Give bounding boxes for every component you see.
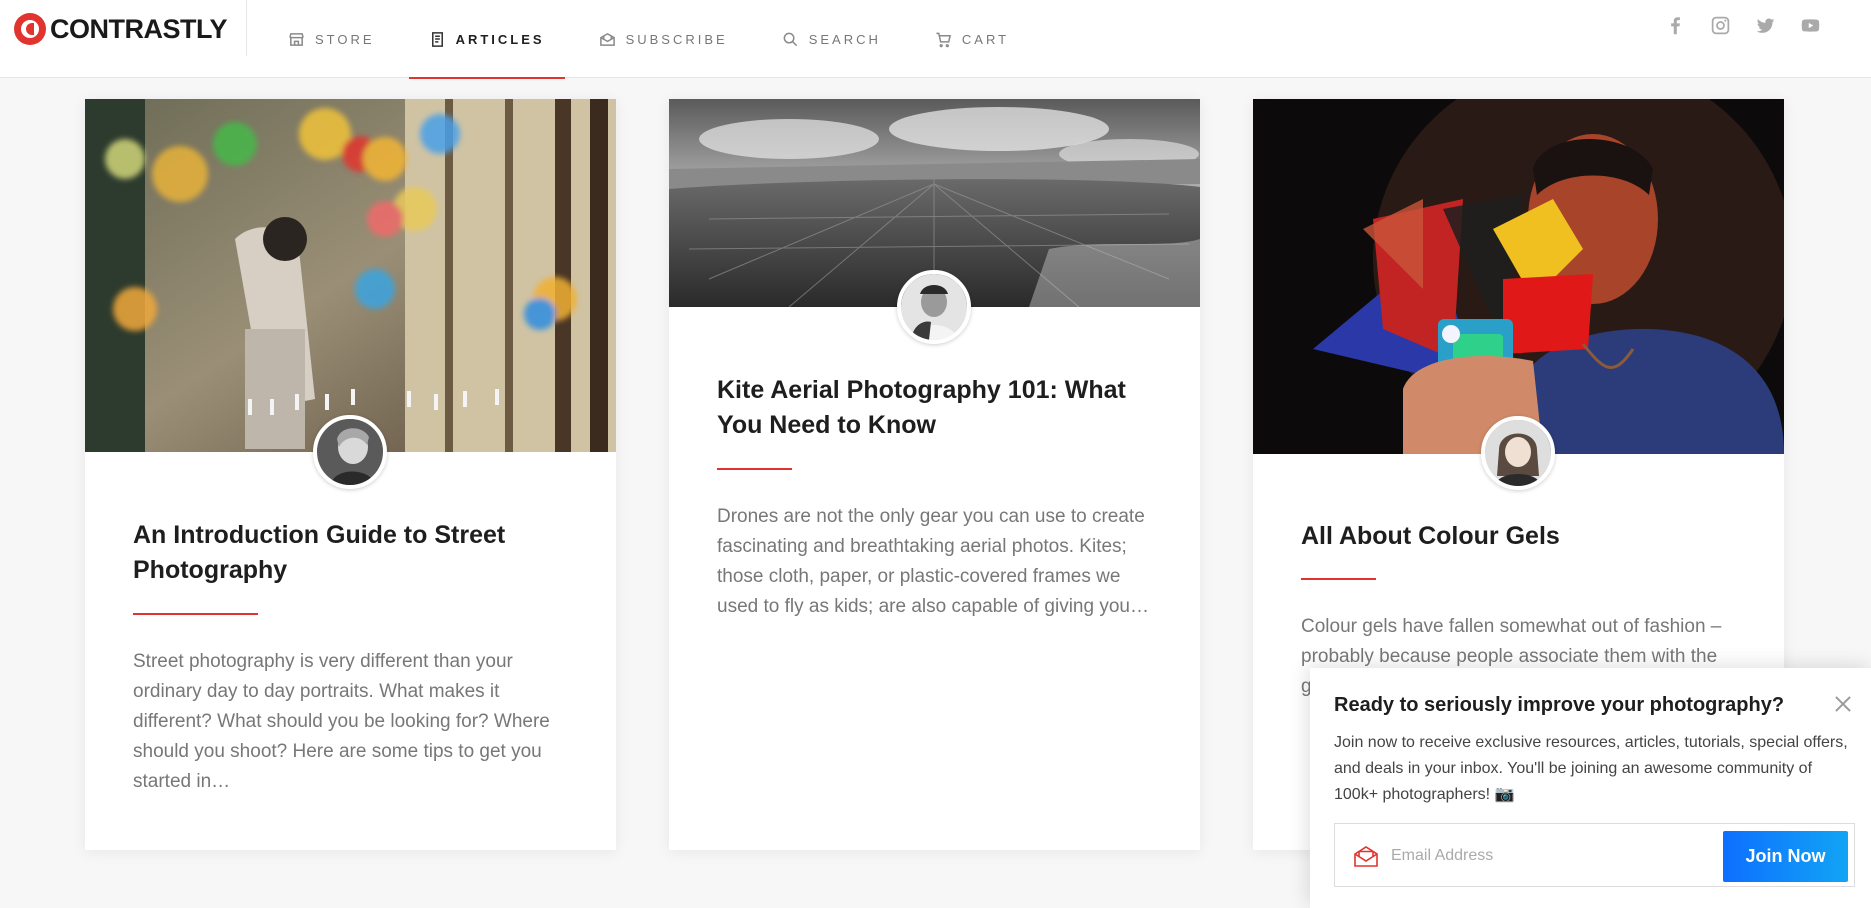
nav-store[interactable]: STORE <box>268 0 395 78</box>
popup-description: Join now to receive exclusive resources,… <box>1334 734 1848 803</box>
article-title[interactable]: Kite Aerial Photography 101: What You Ne… <box>717 373 1157 443</box>
close-icon[interactable] <box>1833 694 1853 714</box>
popup-title: Ready to seriously improve your photogra… <box>1334 694 1785 716</box>
logo[interactable]: CONTRASTLY <box>14 13 228 45</box>
article-title[interactable]: All About Colour Gels <box>1301 519 1741 554</box>
article-image-street[interactable] <box>85 99 616 452</box>
article-card[interactable]: Kite Aerial Photography 101: What You Ne… <box>669 99 1200 850</box>
nav-subscribe[interactable]: SUBSCRIBE <box>579 0 748 78</box>
subscribe-form: Join Now <box>1334 823 1855 887</box>
email-input[interactable] <box>1391 836 1711 876</box>
nav-search[interactable]: SEARCH <box>762 0 901 78</box>
nav-search-label: SEARCH <box>808 31 881 47</box>
mail-icon <box>1354 846 1378 867</box>
article-image-colour-gels[interactable] <box>1253 99 1784 454</box>
search-icon <box>783 32 797 46</box>
instagram-icon[interactable] <box>1710 15 1731 36</box>
store-icon <box>289 32 304 46</box>
article-title[interactable]: An Introduction Guide to Street Photogra… <box>133 518 573 588</box>
author-avatar[interactable] <box>897 270 971 344</box>
nav-cart[interactable]: CART <box>915 0 1029 78</box>
cart-icon <box>936 32 951 47</box>
facebook-icon[interactable] <box>1665 15 1686 36</box>
social-links <box>1665 15 1821 36</box>
header-divider <box>246 0 247 56</box>
nav-articles-label: ARTICLES <box>455 31 545 47</box>
subscribe-icon <box>599 32 615 46</box>
article-excerpt: Drones are not the only gear you can use… <box>717 506 1149 617</box>
site-header: CONTRASTLY STORE ARTICLES SUBSCRIBE SEAR… <box>0 0 1871 79</box>
nav-cart-label: CART <box>961 31 1010 47</box>
article-excerpt: Street photography is very different tha… <box>133 651 550 792</box>
newsletter-popup: Ready to seriously improve your photogra… <box>1310 668 1871 908</box>
youtube-icon[interactable] <box>1800 15 1821 36</box>
logo-mark-icon <box>14 13 46 45</box>
nav-store-label: STORE <box>315 31 375 47</box>
articles-icon <box>431 31 443 47</box>
title-divider <box>1301 578 1376 580</box>
article-card[interactable]: An Introduction Guide to Street Photogra… <box>85 99 616 850</box>
nav-articles[interactable]: ARTICLES <box>408 0 565 79</box>
title-divider <box>133 613 258 615</box>
author-avatar[interactable] <box>313 415 387 489</box>
join-now-button[interactable]: Join Now <box>1723 831 1848 882</box>
author-avatar[interactable] <box>1481 416 1555 490</box>
nav-subscribe-label: SUBSCRIBE <box>625 31 728 47</box>
twitter-icon[interactable] <box>1755 15 1776 36</box>
main-nav: STORE ARTICLES SUBSCRIBE SEARCH CART <box>268 0 1043 79</box>
title-divider <box>717 468 792 470</box>
logo-text: CONTRASTLY <box>50 13 228 44</box>
